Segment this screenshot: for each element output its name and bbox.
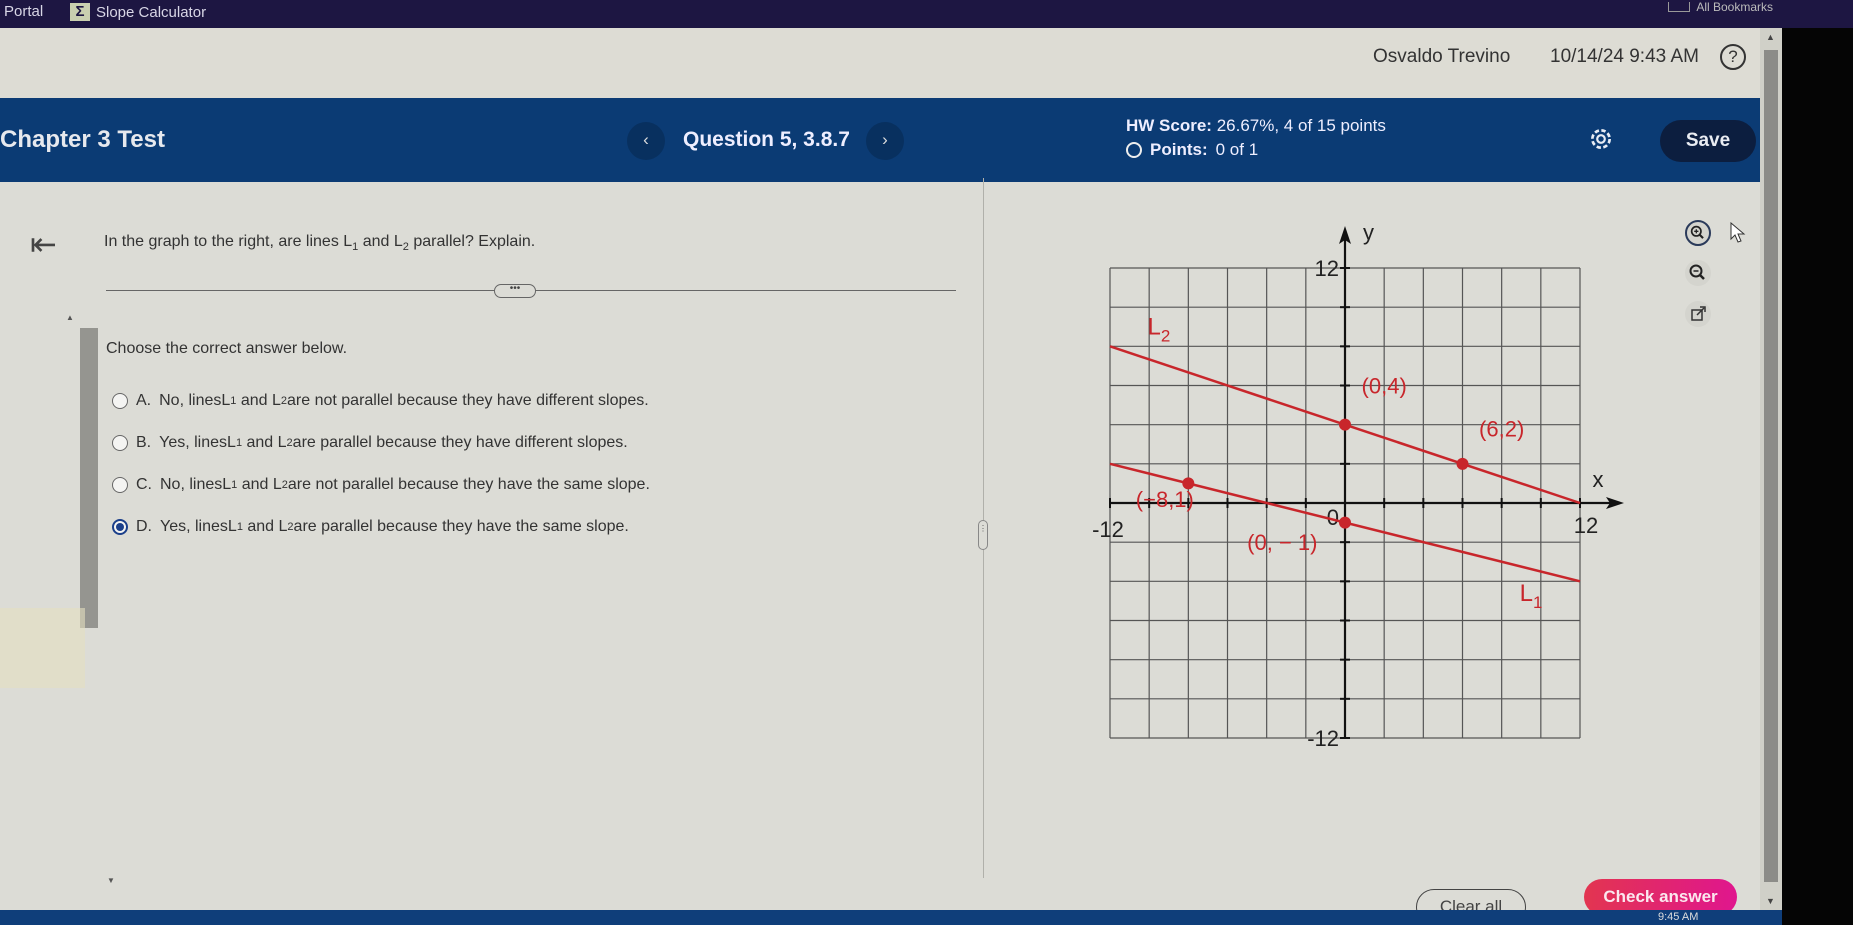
sigma-icon: Σ (70, 3, 90, 21)
question-label: Question 5, 3.8.7 (683, 128, 850, 151)
line-label-subscript: 2 (1161, 327, 1170, 346)
user-bar: Osvaldo Trevino 10/14/24 9:43 AM ? (0, 28, 1782, 98)
point-marker (1339, 418, 1351, 431)
point-label: (6,2) (1479, 416, 1524, 441)
radio-button-selected[interactable] (112, 519, 128, 535)
coordinate-graph: yx12-12-12 120(0,4)(6,2)L2(−8,1)(0, − 1)L… (1092, 220, 1624, 751)
y-axis-label: y (1363, 220, 1374, 245)
option-a[interactable]: A. No, lines L1 and L2 are not parallel … (112, 380, 650, 422)
point-label: (−8,1) (1136, 487, 1194, 512)
radio-button[interactable] (112, 435, 128, 451)
more-button[interactable]: ••• (494, 284, 536, 298)
folder-icon (1668, 2, 1691, 12)
previous-question-button[interactable]: ‹ (627, 122, 665, 160)
tick-label-y-max: 12 (1315, 256, 1339, 281)
answer-prompt: Choose the correct answer below. (106, 340, 348, 357)
page: Osvaldo Trevino 10/14/24 9:43 AM ? Chapt… (0, 28, 1782, 910)
question-scrollbar[interactable] (80, 328, 98, 628)
scroll-up-arrow[interactable]: ▲ (66, 313, 74, 322)
scroll-down-arrow[interactable]: ▼ (107, 876, 115, 885)
tick-label-x-min: -12 (1092, 517, 1124, 542)
point-label: (0,4) (1362, 373, 1407, 398)
datetime: 10/14/24 9:43 AM (1550, 46, 1699, 67)
tick-label-x-max: 12 (1574, 513, 1598, 538)
x-axis-label: x (1593, 467, 1604, 492)
bookmarks-bar: Portal Σ Slope Calculator All Bookmarks (0, 0, 1853, 28)
zoom-out-icon[interactable] (1685, 260, 1711, 286)
bookmark-portal[interactable]: Portal (4, 3, 43, 20)
collapse-panel-icon[interactable]: ⇤ (30, 225, 57, 263)
point-marker (1456, 457, 1469, 470)
point-label: (0, − 1) (1247, 530, 1317, 555)
clear-all-button[interactable]: Clear all (1416, 889, 1526, 910)
points: Points: 0 of 1 (1126, 140, 1258, 160)
mouse-cursor-icon (1730, 222, 1746, 243)
zoom-in-icon[interactable] (1685, 220, 1711, 246)
line-label-l2: L2 (1148, 314, 1171, 346)
scroll-down-arrow[interactable]: ▼ (1766, 896, 1775, 906)
check-answer-button[interactable]: Check answer (1584, 879, 1737, 910)
option-b[interactable]: B. Yes, lines L1 and L2 are parallel bec… (112, 422, 650, 464)
points-status-icon (1126, 142, 1142, 158)
bookmark-slope-calculator[interactable]: Σ Slope Calculator (70, 3, 206, 21)
help-icon[interactable]: ? (1720, 44, 1746, 70)
screen-bezel (1782, 28, 1853, 925)
question-text: In the graph to the right, are lines L1 … (104, 233, 536, 254)
tick-label-y-min: -12 (1307, 726, 1339, 751)
line-label-subscript: 1 (1533, 593, 1542, 612)
gear-icon[interactable] (1588, 126, 1614, 152)
radio-button[interactable] (112, 477, 128, 493)
option-d[interactable]: D. Yes, lines L1 and L2 are parallel bec… (112, 506, 650, 548)
next-question-button[interactable]: › (866, 122, 904, 160)
answer-options: A. No, lines L1 and L2 are not parallel … (112, 380, 650, 548)
test-title: Chapter 3 Test (0, 126, 165, 153)
taskbar: 9:45 AM (0, 910, 1782, 925)
user-name: Osvaldo Trevino (1373, 46, 1511, 67)
save-button[interactable]: Save (1660, 120, 1756, 162)
open-new-window-icon[interactable] (1685, 301, 1711, 327)
test-header: Chapter 3 Test ‹ Question 5, 3.8.7 › HW … (0, 98, 1760, 182)
page-scrollbar[interactable]: ▲ ▼ (1760, 28, 1782, 910)
scrollbar-thumb[interactable] (1764, 50, 1778, 882)
point-marker (1339, 516, 1351, 529)
scroll-up-arrow[interactable]: ▲ (1766, 32, 1775, 42)
taskbar-time: 9:45 AM (1658, 911, 1699, 923)
line-label-l1: L1 (1520, 580, 1543, 612)
splitter-handle[interactable]: ⋮ (978, 520, 988, 550)
option-c[interactable]: C. No, lines L1 and L2 are not parallel … (112, 464, 650, 506)
side-highlight (0, 608, 85, 688)
hw-score: HW Score: 26.67%, 4 of 15 points (1126, 116, 1386, 135)
all-bookmarks[interactable]: All Bookmarks (1668, 0, 1773, 14)
radio-button[interactable] (112, 393, 128, 409)
